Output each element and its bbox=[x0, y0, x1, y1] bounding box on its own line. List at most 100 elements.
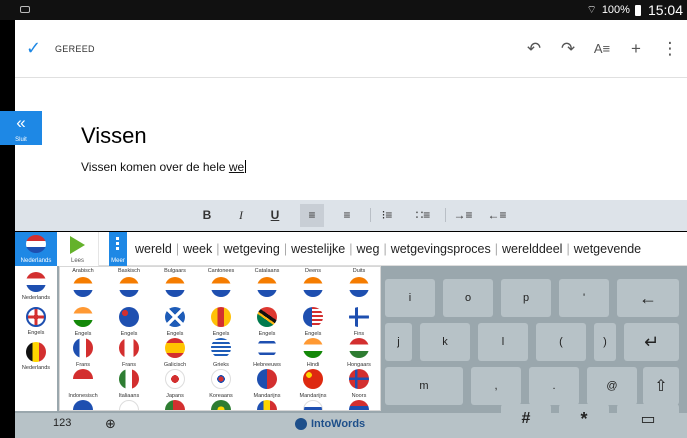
suggestion-word[interactable]: werelddeel bbox=[502, 242, 562, 256]
hide-keyboard-key[interactable]: ▭ bbox=[617, 404, 679, 434]
key-o[interactable]: o bbox=[443, 279, 493, 317]
language-option[interactable]: Baskisch bbox=[106, 267, 152, 301]
language-option[interactable]: Italiaans bbox=[106, 366, 152, 400]
indent-increase-icon[interactable]: →≡ bbox=[451, 204, 475, 227]
done-button[interactable]: GEREED bbox=[55, 44, 95, 54]
language-option[interactable] bbox=[244, 397, 290, 410]
language-option[interactable]: Engels bbox=[244, 304, 290, 338]
language-option[interactable]: Engels bbox=[106, 304, 152, 338]
suggestion-word[interactable]: westelijke bbox=[291, 242, 345, 256]
language-option[interactable]: Mandarijns bbox=[244, 366, 290, 400]
numbers-key[interactable]: 123 bbox=[53, 417, 71, 429]
enter-key[interactable]: ↵ bbox=[624, 323, 679, 361]
key-j[interactable]: j bbox=[385, 323, 412, 361]
language-option[interactable] bbox=[336, 397, 380, 410]
flag-icon bbox=[119, 277, 139, 297]
indent-decrease-icon[interactable]: ←≡ bbox=[485, 204, 509, 227]
language-option[interactable]: Koreaans bbox=[198, 366, 244, 400]
suggestion-word[interactable]: wetgevende bbox=[574, 242, 641, 256]
language-option[interactable]: Arabisch bbox=[60, 267, 106, 301]
sidebar-language-item[interactable]: Nederlands bbox=[15, 339, 57, 373]
close-language-button[interactable]: « Sluit bbox=[0, 111, 42, 145]
language-option[interactable] bbox=[290, 397, 336, 410]
dutch-flag-icon bbox=[26, 235, 46, 253]
key-p[interactable]: p bbox=[501, 279, 551, 317]
suggestion-word[interactable]: week bbox=[183, 242, 212, 256]
language-option[interactable]: Frans bbox=[60, 335, 106, 369]
sidebar-language-item[interactable]: Nederlands bbox=[15, 269, 57, 303]
read-label: Lees bbox=[70, 258, 84, 264]
document-body[interactable]: Vissen komen over de hele we bbox=[81, 160, 247, 174]
flag-icon bbox=[211, 369, 231, 389]
language-option[interactable]: Frans bbox=[106, 335, 152, 369]
flag-icon bbox=[211, 338, 231, 358]
key-i[interactable]: i bbox=[385, 279, 435, 317]
document-editor[interactable]: Vissen Vissen komen over de hele we bbox=[15, 78, 687, 200]
numbered-list-icon[interactable]: ⁝≡ bbox=[375, 204, 399, 227]
backspace-key[interactable]: ← bbox=[617, 279, 679, 317]
language-option[interactable] bbox=[60, 397, 106, 410]
language-option[interactable]: Noors bbox=[336, 366, 380, 400]
language-option[interactable]: Engels bbox=[198, 304, 244, 338]
language-option[interactable]: Indonesisch bbox=[60, 366, 106, 400]
align-left-icon[interactable]: ≡ bbox=[300, 204, 324, 227]
key-apostrophe[interactable]: ' bbox=[559, 279, 609, 317]
sidebar-language-label: Nederlands bbox=[21, 365, 51, 371]
language-option[interactable] bbox=[106, 397, 152, 410]
key-open-paren[interactable]: ( bbox=[536, 323, 586, 361]
key-period[interactable]: . bbox=[529, 367, 579, 405]
language-option[interactable]: Duits bbox=[336, 267, 380, 301]
italic-button[interactable]: I bbox=[229, 204, 253, 227]
language-option[interactable]: Hindi bbox=[290, 335, 336, 369]
read-button[interactable]: Lees bbox=[57, 232, 99, 266]
key-comma[interactable]: , bbox=[471, 367, 521, 405]
key-close-paren[interactable]: ) bbox=[594, 323, 616, 361]
more-button[interactable]: Meer bbox=[109, 232, 127, 266]
undo-icon[interactable]: ↶ bbox=[517, 32, 551, 66]
suggestion-word[interactable]: wetgevingsproces bbox=[391, 242, 491, 256]
language-option[interactable]: Fins bbox=[336, 304, 380, 338]
language-option[interactable] bbox=[198, 397, 244, 410]
suggestion-word[interactable]: weg bbox=[357, 242, 380, 256]
language-option[interactable]: Deens bbox=[290, 267, 336, 301]
add-icon[interactable]: + bbox=[619, 32, 653, 66]
language-option[interactable]: Engels bbox=[60, 304, 106, 338]
text-format-icon[interactable]: A≡ bbox=[585, 32, 619, 66]
shift-key[interactable]: ⇧ bbox=[643, 367, 679, 405]
document-title[interactable]: Vissen bbox=[81, 123, 147, 149]
align-center-icon[interactable]: ≡ bbox=[335, 204, 359, 227]
key-l[interactable]: l bbox=[478, 323, 528, 361]
suggestion-word[interactable]: wereld bbox=[135, 242, 172, 256]
globe-icon[interactable]: ⊕ bbox=[105, 416, 116, 432]
more-options-icon[interactable]: ⋮ bbox=[653, 32, 687, 66]
language-option[interactable]: Hebreeuws bbox=[244, 335, 290, 369]
key-at[interactable]: @ bbox=[587, 367, 637, 405]
bold-button[interactable]: B bbox=[195, 204, 219, 227]
key-hash[interactable]: # bbox=[501, 404, 551, 434]
language-option[interactable]: Cantonees bbox=[198, 267, 244, 301]
language-option[interactable]: Catalaans bbox=[244, 267, 290, 301]
done-check-icon[interactable]: ✓ bbox=[26, 38, 41, 59]
key-k[interactable]: k bbox=[420, 323, 470, 361]
intowords-logo: IntoWords bbox=[295, 418, 365, 430]
sidebar-language-item[interactable]: Engels bbox=[15, 304, 57, 338]
language-option[interactable] bbox=[152, 397, 198, 410]
word-suggestions: wereld | week | wetgeving | westelijke | weg | wet… bbox=[135, 232, 641, 266]
language-option[interactable]: Engels bbox=[152, 304, 198, 338]
active-language-button[interactable]: Nederlands bbox=[15, 232, 57, 266]
language-option[interactable]: Bulgaars bbox=[152, 267, 198, 301]
flag-icon bbox=[303, 400, 323, 410]
redo-icon[interactable]: ↷ bbox=[551, 32, 585, 66]
key-asterisk[interactable]: * bbox=[559, 404, 609, 434]
key-m[interactable]: m bbox=[385, 367, 463, 405]
language-option[interactable]: Grieks bbox=[198, 335, 244, 369]
flag-icon bbox=[349, 307, 369, 327]
language-option[interactable]: Japans bbox=[152, 366, 198, 400]
language-option[interactable]: Galicisch bbox=[152, 335, 198, 369]
language-option[interactable]: Mandarijns bbox=[290, 366, 336, 400]
language-option[interactable]: Engels bbox=[290, 304, 336, 338]
language-option[interactable]: Hongaars bbox=[336, 335, 380, 369]
bullet-list-icon[interactable]: ∷≡ bbox=[411, 204, 435, 227]
suggestion-word[interactable]: wetgeving bbox=[224, 242, 280, 256]
underline-button[interactable]: U bbox=[263, 204, 287, 227]
